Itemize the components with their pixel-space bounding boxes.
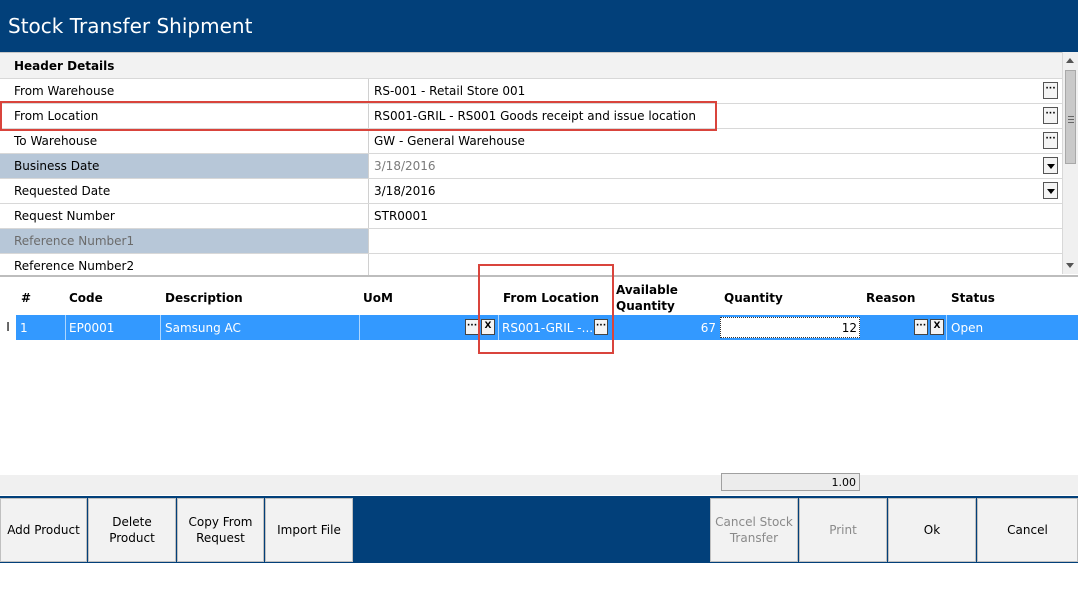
- from-location-ellipsis-icon[interactable]: ···: [594, 319, 608, 335]
- cell-description[interactable]: Samsung AC: [165, 321, 241, 335]
- field-label: From Location: [0, 104, 369, 128]
- reason-clear-icon[interactable]: X: [930, 319, 944, 335]
- field-business-date: Business Date 3/18/2016: [0, 154, 1062, 179]
- cell-status: Open: [951, 321, 984, 335]
- col-header-status[interactable]: Status: [951, 291, 995, 305]
- reason-ellipsis-icon[interactable]: ···: [914, 319, 928, 335]
- col-header-quantity[interactable]: Quantity: [724, 291, 783, 305]
- cell-num: 1: [20, 321, 28, 335]
- field-label: Reference Number2: [0, 254, 369, 275]
- summary-row: [0, 475, 1078, 495]
- field-value[interactable]: RS001-GRIL - RS001 Goods receipt and iss…: [374, 109, 696, 123]
- window-title: Stock Transfer Shipment: [8, 14, 253, 38]
- print-button[interactable]: Print: [799, 498, 887, 562]
- col-header-uom[interactable]: UoM: [363, 291, 393, 305]
- ellipsis-icon[interactable]: ···: [1043, 132, 1058, 149]
- field-reference-number1: Reference Number1: [0, 229, 1062, 254]
- dropdown-icon: [1043, 157, 1058, 174]
- action-bar: Add Product Delete Product Copy From Req…: [0, 496, 1078, 563]
- column-divider: [160, 315, 161, 340]
- field-from-location: From Location RS001-GRIL - RS001 Goods r…: [0, 104, 1062, 129]
- scroll-up-icon[interactable]: [1066, 58, 1074, 63]
- field-label: To Warehouse: [0, 129, 369, 153]
- field-value[interactable]: 3/18/2016: [374, 184, 436, 198]
- row-marker: I: [0, 315, 16, 340]
- col-header-num[interactable]: #: [21, 291, 31, 305]
- vertical-scrollbar[interactable]: [1062, 52, 1078, 274]
- col-header-from-location[interactable]: From Location: [503, 291, 599, 305]
- grip-icon: [1068, 116, 1074, 117]
- table-row[interactable]: I 1 EP0001 Samsung AC ··· X RS001-GRIL -…: [0, 315, 1078, 340]
- ellipsis-icon[interactable]: ···: [1043, 107, 1058, 124]
- field-label: Requested Date: [0, 179, 369, 203]
- cancel-button[interactable]: Cancel: [977, 498, 1078, 562]
- scroll-thumb[interactable]: [1065, 70, 1076, 164]
- field-reference-number2: Reference Number2: [0, 254, 1062, 275]
- field-request-number: Request Number STR0001: [0, 204, 1062, 229]
- copy-from-request-button[interactable]: Copy From Request: [177, 498, 264, 562]
- import-file-button[interactable]: Import File: [265, 498, 353, 562]
- title-bar: Stock Transfer Shipment: [0, 0, 1078, 52]
- ellipsis-icon[interactable]: ···: [1043, 82, 1058, 99]
- scroll-down-icon[interactable]: [1066, 263, 1074, 268]
- ok-button[interactable]: Ok: [888, 498, 976, 562]
- header-details-panel: Header Details From Warehouse RS-001 - R…: [0, 52, 1062, 275]
- cell-available-quantity: 67: [700, 321, 716, 335]
- col-header-description[interactable]: Description: [165, 291, 243, 305]
- field-label: From Warehouse: [0, 79, 369, 103]
- uom-clear-icon[interactable]: X: [481, 319, 495, 335]
- column-divider: [612, 315, 613, 340]
- col-header-code[interactable]: Code: [69, 291, 103, 305]
- quantity-total: 1.00: [721, 473, 860, 491]
- field-value[interactable]: GW - General Warehouse: [374, 134, 525, 148]
- field-label: Request Number: [0, 204, 369, 228]
- field-label: Reference Number1: [0, 229, 369, 253]
- column-divider: [946, 315, 947, 340]
- field-value: 3/18/2016: [374, 159, 436, 173]
- field-label: Business Date: [0, 154, 369, 178]
- column-divider: [65, 315, 66, 340]
- field-value[interactable]: RS-001 - Retail Store 001: [374, 84, 525, 98]
- col-header-reason[interactable]: Reason: [866, 291, 915, 305]
- field-requested-date: Requested Date 3/18/2016: [0, 179, 1062, 204]
- field-from-warehouse: From Warehouse RS-001 - Retail Store 001…: [0, 79, 1062, 104]
- delete-product-button[interactable]: Delete Product: [88, 498, 176, 562]
- cell-code[interactable]: EP0001: [69, 321, 114, 335]
- cancel-stock-transfer-button[interactable]: Cancel Stock Transfer: [710, 498, 798, 562]
- product-grid: # Code Description UoM From Location Ava…: [0, 275, 1078, 497]
- uom-ellipsis-icon[interactable]: ···: [465, 319, 479, 335]
- header-details-section: Header Details: [0, 53, 1062, 79]
- column-divider: [498, 315, 499, 340]
- quantity-input[interactable]: 12: [720, 317, 860, 338]
- cell-from-location[interactable]: RS001-GRIL -...: [502, 321, 593, 335]
- field-to-warehouse: To Warehouse GW - General Warehouse ···: [0, 129, 1062, 154]
- column-divider: [359, 315, 360, 340]
- section-title: Header Details: [14, 59, 115, 73]
- dropdown-icon[interactable]: [1043, 182, 1058, 199]
- add-product-button[interactable]: Add Product: [0, 498, 87, 562]
- field-value[interactable]: STR0001: [374, 209, 428, 223]
- col-header-available-quantity[interactable]: Available Quantity: [616, 282, 716, 314]
